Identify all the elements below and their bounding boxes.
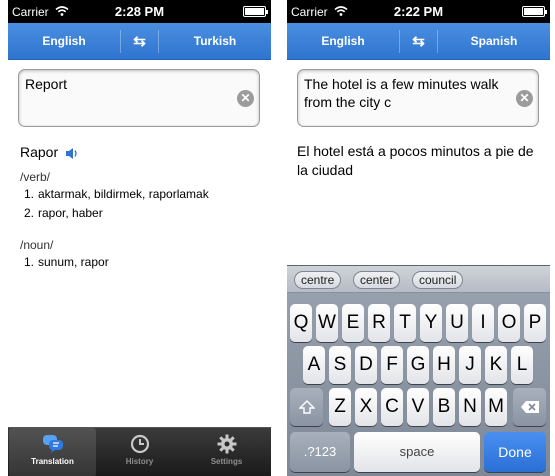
- key-y[interactable]: Y: [420, 304, 442, 342]
- key-n[interactable]: N: [459, 388, 481, 426]
- delete-key[interactable]: [513, 388, 546, 426]
- source-text-input[interactable]: Report ✕: [18, 69, 260, 127]
- key-j[interactable]: J: [459, 346, 481, 384]
- swap-arrows-icon: ⇆: [133, 33, 146, 50]
- key-c[interactable]: C: [381, 388, 403, 426]
- definition-item: 1. aktarmak, bildirmek, raporlamak: [24, 185, 209, 204]
- key-r[interactable]: R: [368, 304, 390, 342]
- clock-time: 2:28 PM: [114, 4, 165, 19]
- part-of-speech-label: /verb/: [20, 170, 51, 184]
- shift-arrow-icon: [297, 400, 316, 414]
- translation-screen: Carrier 2:28 PM English ⇆ Turkish Report…: [8, 0, 271, 476]
- key-e[interactable]: E: [342, 304, 364, 342]
- definition-number: 1.: [24, 187, 35, 201]
- key-q[interactable]: Q: [290, 304, 312, 342]
- key-k[interactable]: K: [485, 346, 507, 384]
- backspace-icon: [520, 401, 539, 413]
- key-f[interactable]: F: [381, 346, 403, 384]
- key-w[interactable]: W: [316, 304, 338, 342]
- clock-icon: [130, 434, 149, 454]
- tab-history[interactable]: History: [96, 428, 183, 476]
- key-u[interactable]: U: [446, 304, 468, 342]
- suggestion-chip[interactable]: centre: [294, 271, 342, 289]
- key-x[interactable]: X: [355, 388, 377, 426]
- numbers-key[interactable]: .?123: [290, 432, 350, 472]
- key-o[interactable]: O: [498, 304, 520, 342]
- key-b[interactable]: B: [433, 388, 455, 426]
- translation-keyboard-screen: Carrier 2:22 PM English ⇆ Spanish The ho…: [287, 0, 550, 476]
- key-s[interactable]: S: [329, 346, 351, 384]
- tab-label: Settings: [210, 457, 243, 466]
- gear-icon: [217, 434, 236, 454]
- done-key[interactable]: Done: [484, 432, 546, 472]
- status-bar: Carrier 2:28 PM: [8, 0, 271, 23]
- key-m[interactable]: M: [485, 388, 507, 426]
- close-icon: ✕: [240, 91, 251, 105]
- definition-text: rapor, haber: [38, 206, 103, 220]
- key-t[interactable]: T: [394, 304, 416, 342]
- key-h[interactable]: H: [433, 346, 455, 384]
- on-screen-keyboard: centre center council Q W E R T Y U I O …: [287, 265, 550, 476]
- key-g[interactable]: G: [407, 346, 429, 384]
- tab-settings[interactable]: Settings: [183, 428, 270, 476]
- key-z[interactable]: Z: [329, 388, 351, 426]
- definition-number: 1.: [24, 255, 35, 269]
- clear-input-button[interactable]: ✕: [516, 90, 533, 107]
- suggestion-chip[interactable]: center: [353, 271, 401, 289]
- suggestion-chip[interactable]: council: [412, 271, 464, 289]
- shift-key[interactable]: [290, 388, 323, 426]
- definition-item: 2. rapor, haber: [24, 204, 209, 223]
- definition-list: 1. sunum, rapor: [24, 253, 109, 272]
- key-i[interactable]: I: [472, 304, 494, 342]
- source-text-value: Report: [25, 76, 68, 92]
- battery-icon: [243, 6, 268, 17]
- definition-list: 1. aktarmak, bildirmek, raporlamak 2. rapo…: [24, 185, 209, 223]
- battery-icon: [522, 6, 547, 17]
- source-text-input[interactable]: The hotel is a few minutes walk from the…: [297, 69, 539, 127]
- definition-text: aktarmak, bildirmek, raporlamak: [38, 187, 209, 201]
- swap-languages-button[interactable]: ⇆: [120, 30, 159, 53]
- definition-number: 2.: [24, 206, 35, 220]
- key-l[interactable]: L: [511, 346, 533, 384]
- source-text-value: The hotel is a few minutes walk from the…: [304, 76, 499, 110]
- translation-headword: Rapor: [20, 144, 59, 160]
- clear-input-button[interactable]: ✕: [237, 90, 254, 107]
- language-bar: English ⇆ Turkish: [8, 23, 271, 60]
- close-icon: ✕: [519, 91, 530, 105]
- language-bar: English ⇆ Spanish: [287, 23, 550, 60]
- status-bar: Carrier 2:22 PM: [287, 0, 550, 23]
- clock-time: 2:22 PM: [393, 4, 444, 19]
- key-d[interactable]: D: [355, 346, 377, 384]
- definition-item: 1. sunum, rapor: [24, 253, 109, 272]
- target-language-button[interactable]: Spanish: [438, 23, 550, 60]
- suggestion-bar: centre center council: [287, 266, 550, 293]
- source-language-button[interactable]: English: [8, 23, 120, 60]
- tab-label: History: [125, 457, 154, 466]
- key-p[interactable]: P: [524, 304, 546, 342]
- translation-headword-row: Rapor: [20, 144, 79, 160]
- speaker-icon[interactable]: [65, 147, 79, 160]
- tab-bar: Translation History Settings: [8, 427, 271, 476]
- source-language-button[interactable]: English: [287, 23, 399, 60]
- part-of-speech-label: /noun/: [20, 238, 54, 252]
- translation-bubble-icon: [42, 435, 63, 453]
- swap-arrows-icon: ⇆: [412, 33, 425, 50]
- tab-translation[interactable]: Translation: [9, 428, 96, 476]
- key-a[interactable]: A: [303, 346, 325, 384]
- translation-output: El hotel está a pocos minutos a pie de l…: [297, 143, 534, 178]
- space-key[interactable]: space: [354, 432, 480, 472]
- definition-text: sunum, rapor: [38, 255, 109, 269]
- target-language-button[interactable]: Turkish: [159, 23, 271, 60]
- swap-languages-button[interactable]: ⇆: [399, 30, 438, 53]
- tab-label: Translation: [31, 457, 74, 466]
- key-v[interactable]: V: [407, 388, 429, 426]
